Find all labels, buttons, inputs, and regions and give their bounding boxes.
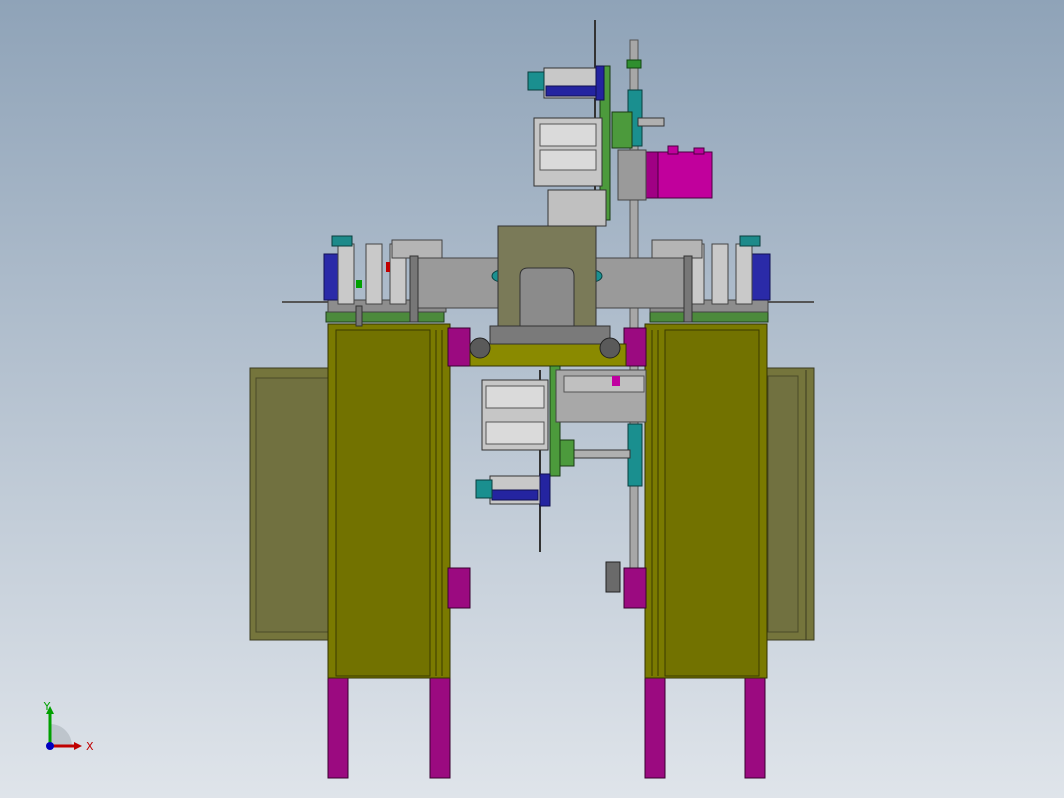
- middle-shaft: [447, 325, 647, 367]
- legs: [327, 677, 766, 779]
- upper-motor: [617, 145, 713, 201]
- lower-reel-assembly: [475, 365, 647, 552]
- central-beam: [415, 225, 687, 327]
- coordinate-triad: Y X: [43, 700, 94, 753]
- right-side-panel: [763, 367, 815, 641]
- left-main-body: [327, 323, 451, 679]
- left-side-panel: [249, 367, 333, 641]
- right-main-body: [644, 323, 768, 679]
- triad-z-origin: [46, 742, 54, 750]
- leg-2: [429, 677, 451, 779]
- leg-1: [327, 677, 349, 779]
- triad-x-label: X: [86, 740, 94, 753]
- cad-model-view[interactable]: Y X: [0, 0, 1064, 798]
- triad-y-label: Y: [43, 700, 51, 713]
- leg-4: [744, 677, 766, 779]
- leg-3: [644, 677, 666, 779]
- cad-viewport[interactable]: Y X: [0, 0, 1064, 798]
- lower-brackets: [447, 561, 647, 609]
